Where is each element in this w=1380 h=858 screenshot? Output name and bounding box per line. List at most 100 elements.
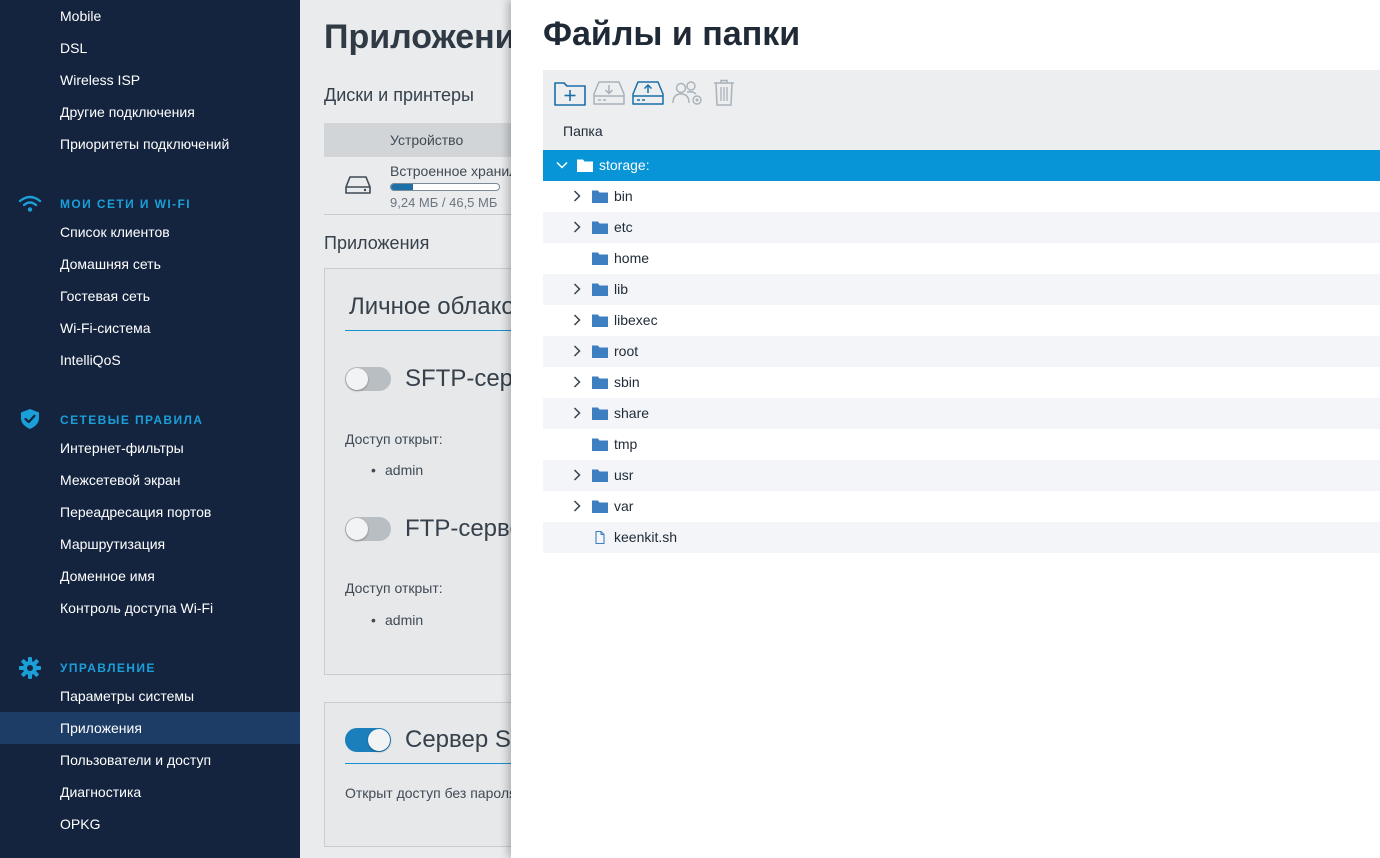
- chevron-right-icon[interactable]: [570, 344, 584, 358]
- sftp-access-user: admin: [371, 462, 423, 478]
- permissions-button[interactable]: [671, 78, 705, 108]
- sidebar-section-title: СЕТЕВЫЕ ПРАВИЛА: [60, 413, 204, 427]
- tree-row-label: libexec: [614, 312, 658, 328]
- tree-row-folder[interactable]: home: [543, 243, 1380, 274]
- disks-heading: Диски и принтеры: [324, 85, 474, 105]
- sidebar-section-title: МОИ СЕТИ И WI-FI: [60, 197, 191, 211]
- tree-row-label: bin: [614, 188, 633, 204]
- cloud-card-title: Личное облако: [349, 293, 515, 320]
- drawer-title: Файлы и папки: [543, 15, 801, 53]
- folder-icon: [592, 252, 608, 265]
- sidebar-item-system-settings[interactable]: Параметры системы: [0, 680, 300, 712]
- sidebar: Mobile DSL Wireless ISP Другие подключен…: [0, 0, 300, 858]
- sidebar-item-wifi-system[interactable]: Wi-Fi-система: [0, 312, 300, 344]
- tree-row-label: var: [614, 498, 634, 514]
- sidebar-item-guest-network[interactable]: Гостевая сеть: [0, 280, 300, 312]
- apps-heading: Приложения: [324, 233, 430, 253]
- upload-icon: [632, 81, 664, 105]
- sidebar-item-port-forwarding[interactable]: Переадресация портов: [0, 496, 300, 528]
- sidebar-item-opkg[interactable]: OPKG: [0, 808, 300, 840]
- sidebar-item-connection-priorities[interactable]: Приоритеты подключений: [0, 128, 300, 160]
- new-folder-button[interactable]: [553, 78, 587, 108]
- folder-icon: [592, 221, 608, 234]
- tree-row-label: usr: [614, 467, 634, 483]
- chevron-right-icon[interactable]: [570, 189, 584, 203]
- app-window: Mobile DSL Wireless ISP Другие подключен…: [0, 0, 1380, 858]
- sidebar-item-home-network[interactable]: Домашняя сеть: [0, 248, 300, 280]
- file-toolbar: Папка: [543, 70, 1380, 150]
- chevron-right-icon[interactable]: [570, 406, 584, 420]
- tree-row-folder[interactable]: etc: [543, 212, 1380, 243]
- sidebar-item-applications[interactable]: Приложения: [0, 712, 300, 744]
- sidebar-item-internet-filters[interactable]: Интернет-фильтры: [0, 432, 300, 464]
- tree-row-file[interactable]: keenkit.sh: [543, 522, 1380, 553]
- tree-row-folder[interactable]: usr: [543, 460, 1380, 491]
- sidebar-item-client-list[interactable]: Список клиентов: [0, 216, 300, 248]
- chevron-down-icon[interactable]: [555, 158, 569, 172]
- chevron-right-icon[interactable]: [570, 220, 584, 234]
- shield-icon: [21, 409, 39, 429]
- ftp-toggle[interactable]: [345, 517, 391, 541]
- folder-icon: [592, 469, 608, 482]
- ftp-access-label: Доступ открыт:: [345, 580, 443, 596]
- sidebar-item-users-access[interactable]: Пользователи и доступ: [0, 744, 300, 776]
- sidebar-item-routing[interactable]: Маршрутизация: [0, 528, 300, 560]
- folder-icon: [592, 500, 608, 513]
- sidebar-item-mobile[interactable]: Mobile: [0, 0, 300, 32]
- sidebar-item-intelliqos[interactable]: IntelliQoS: [0, 344, 300, 376]
- toggle-knob: [346, 518, 368, 540]
- tree-row-folder[interactable]: tmp: [543, 429, 1380, 460]
- folder-icon: [592, 283, 608, 296]
- sftp-access-label: Доступ открыт:: [345, 431, 443, 447]
- file-icon: [595, 530, 605, 545]
- tree-row-label: tmp: [614, 436, 638, 452]
- sftp-toggle[interactable]: [345, 367, 391, 391]
- tree-row-label: etc: [614, 219, 633, 235]
- chevron-right-icon[interactable]: [570, 375, 584, 389]
- trash-icon: [714, 79, 734, 106]
- tree-row-folder[interactable]: share: [543, 398, 1380, 429]
- sidebar-item-diagnostics[interactable]: Диагностика: [0, 776, 300, 808]
- folder-icon: [592, 376, 608, 389]
- sidebar-section-title: УПРАВЛЕНИЕ: [60, 661, 156, 675]
- sidebar-item-wireless-isp[interactable]: Wireless ISP: [0, 64, 300, 96]
- tree-row-folder[interactable]: storage:: [543, 150, 1380, 181]
- tree-row-folder[interactable]: bin: [543, 181, 1380, 212]
- chevron-right-icon[interactable]: [570, 282, 584, 296]
- chevron-right-icon[interactable]: [570, 468, 584, 482]
- folder-icon: [577, 159, 593, 172]
- smb-toggle[interactable]: [345, 728, 391, 752]
- tree-row-folder[interactable]: lib: [543, 274, 1380, 305]
- device-size: 9,24 МБ / 46,5 МБ: [390, 195, 498, 210]
- download-icon: [593, 81, 625, 105]
- folder-tree: storage: bin etc home lib libexec root sbin shar…: [543, 150, 1380, 553]
- sidebar-item-wifi-access-control[interactable]: Контроль доступа Wi-Fi: [0, 592, 300, 624]
- file-manager: Папка storage: bin etc home lib libexec root sb…: [543, 70, 1380, 553]
- tree-row-label: storage:: [599, 157, 650, 173]
- folder-column-header: Папка: [563, 123, 603, 139]
- tree-row-label: root: [614, 343, 639, 359]
- chevron-right-icon[interactable]: [570, 313, 584, 327]
- delete-button[interactable]: [709, 78, 743, 108]
- sidebar-item-dsl[interactable]: DSL: [0, 32, 300, 64]
- tree-row-folder[interactable]: root: [543, 336, 1380, 367]
- folder-icon: [592, 314, 608, 327]
- toggle-knob: [346, 368, 368, 390]
- sidebar-item-domain-name[interactable]: Доменное имя: [0, 560, 300, 592]
- tree-row-folder[interactable]: sbin: [543, 367, 1380, 398]
- page-title: Приложения: [324, 18, 536, 56]
- gear-icon: [19, 657, 41, 679]
- sidebar-item-firewall[interactable]: Межсетевой экран: [0, 464, 300, 496]
- tree-row-label: share: [614, 405, 650, 421]
- download-button[interactable]: [592, 78, 626, 108]
- tree-row-folder[interactable]: libexec: [543, 305, 1380, 336]
- folder-icon: [592, 438, 608, 451]
- new-folder-icon: [554, 82, 586, 106]
- folder-icon: [592, 190, 608, 203]
- tree-row-folder[interactable]: var: [543, 491, 1380, 522]
- upload-button[interactable]: [631, 78, 665, 108]
- sidebar-item-other-connections[interactable]: Другие подключения: [0, 96, 300, 128]
- toggle-knob: [368, 729, 390, 751]
- hard-drive-icon: [345, 176, 371, 194]
- chevron-right-icon[interactable]: [570, 499, 584, 513]
